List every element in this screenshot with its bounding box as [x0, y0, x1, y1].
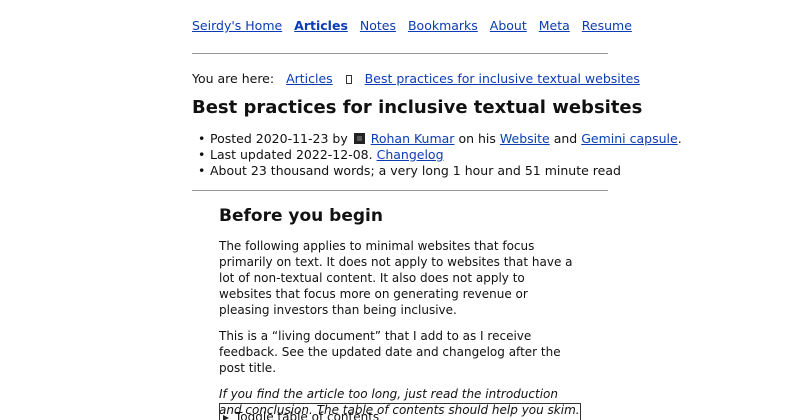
nav-link-articles[interactable]: Articles [294, 18, 348, 33]
intro-paragraph-1: The following applies to minimal website… [219, 239, 573, 317]
breadcrumb-parent-link[interactable]: Articles [286, 71, 333, 86]
site-nav: Seirdy's Home Articles Notes Bookmarks A… [192, 18, 640, 33]
on-his-text: on his [458, 131, 496, 146]
breadcrumb-current-link[interactable]: Best practices for inclusive textual web… [365, 71, 640, 86]
author-avatar-icon [353, 133, 365, 144]
intro-paragraph-2: This is a “living document” that I add t… [219, 329, 561, 375]
and-text: and [553, 131, 578, 146]
header-divider [192, 53, 608, 54]
length-line: About 23 thousand words; a very long 1 h… [198, 163, 682, 179]
nav-link-notes[interactable]: Notes [360, 18, 396, 33]
meta-divider [192, 190, 608, 191]
nav-link-home[interactable]: Seirdy's Home [192, 18, 282, 33]
nav-link-resume[interactable]: Resume [582, 18, 632, 33]
changelog-link[interactable]: Changelog [377, 147, 444, 162]
breadcrumb-prefix: You are here: [192, 71, 275, 86]
updated-date: 2022-12-08. [295, 147, 373, 162]
author-link[interactable]: Rohan Kumar [371, 131, 455, 146]
breadcrumb: You are here: Articles Best practices fo… [192, 71, 640, 86]
nav-link-bookmarks[interactable]: Bookmarks [408, 18, 478, 33]
page-title: Best practices for inclusive textual web… [192, 97, 643, 118]
section-heading: Before you begin [219, 206, 383, 226]
posted-date: 2020-11-23 [255, 131, 329, 146]
updated-prefix: Last updated [210, 147, 292, 162]
toc-toggle[interactable]: Toggle table of contents [219, 403, 581, 420]
nav-link-meta[interactable]: Meta [539, 18, 570, 33]
period-text: . [677, 131, 682, 146]
disclosure-triangle-icon [223, 415, 229, 420]
website-link[interactable]: Website [500, 131, 550, 146]
nav-link-about[interactable]: About [490, 18, 527, 33]
gemini-link[interactable]: Gemini capsule [581, 131, 677, 146]
breadcrumb-separator-icon [345, 75, 352, 84]
toc-toggle-label: Toggle table of contents [235, 410, 380, 420]
posted-prefix: Posted [210, 131, 252, 146]
updated-line: Last updated 2022-12-08. Changelog [198, 147, 682, 163]
by-text: by [332, 131, 348, 146]
article-content: Before you begin The following applies t… [219, 206, 581, 420]
article-meta: Posted 2020-11-23 by Rohan Kumar on his … [198, 131, 682, 179]
posted-line: Posted 2020-11-23 by Rohan Kumar on his … [198, 131, 682, 147]
